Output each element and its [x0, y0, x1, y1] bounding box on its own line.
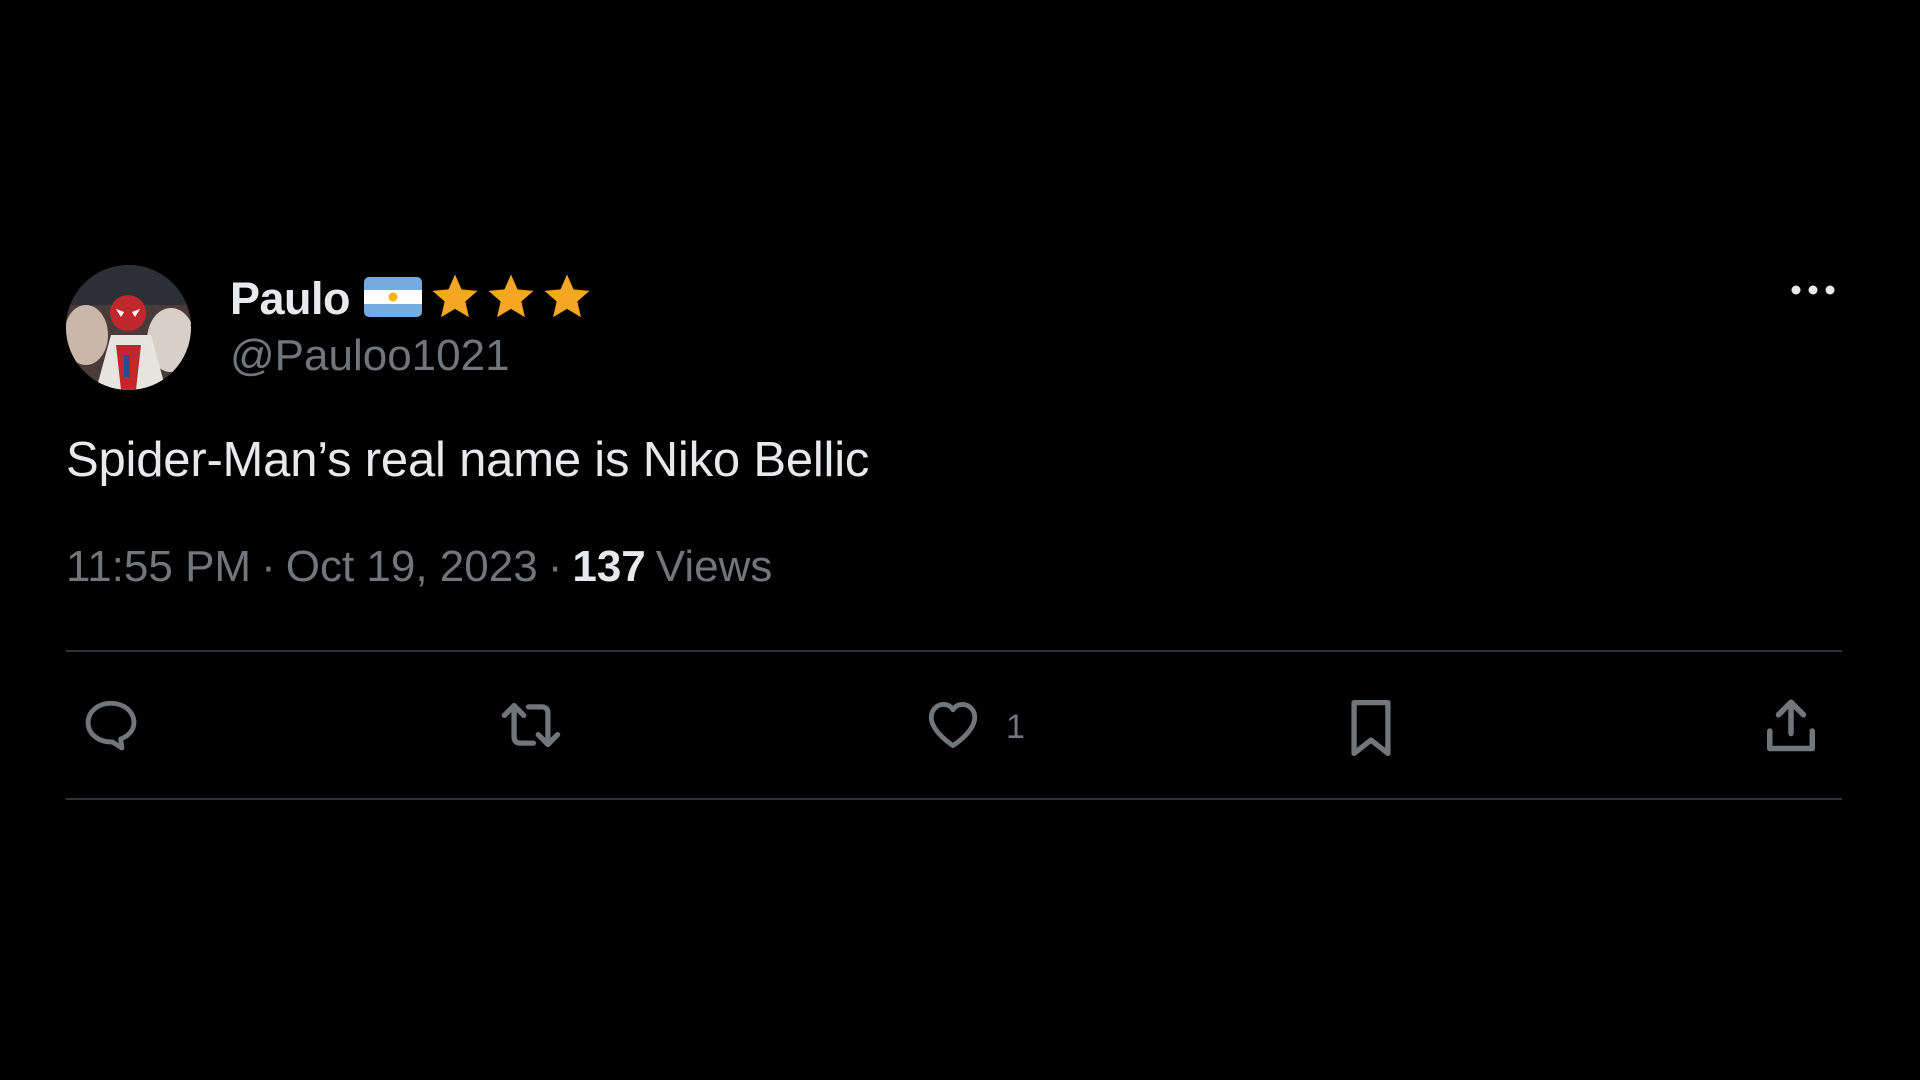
share-icon [1760, 696, 1822, 761]
tweet-time[interactable]: 11:55 PM [66, 542, 251, 592]
action-bar: 1 [66, 652, 1842, 798]
tweet-text: Spider-Man’s real name is Niko Bellic [66, 433, 870, 487]
badges [428, 270, 596, 329]
retweet-button[interactable] [496, 696, 566, 759]
bookmark-icon [1342, 696, 1400, 765]
argentina-flag-icon [364, 276, 423, 322]
user-handle[interactable]: @Pauloo1021 [230, 331, 596, 381]
bookmark-button[interactable] [1342, 696, 1400, 765]
views-label: Views [655, 542, 773, 591]
tweet-date[interactable]: Oct 19, 2023 [286, 542, 538, 592]
star-icon [428, 270, 482, 329]
retweet-icon [496, 696, 566, 759]
divider [66, 798, 1842, 800]
user-names: Paulo @Pauloo1021 [230, 271, 596, 381]
like-button[interactable]: 1 [922, 696, 1025, 759]
more-options-icon[interactable] [1790, 283, 1836, 301]
like-count: 1 [1006, 708, 1025, 746]
name-row: Paulo [230, 271, 596, 327]
heart-icon [922, 696, 984, 759]
avatar-image [66, 265, 191, 390]
tweet-meta: 11:55 PM · Oct 19, 2023 · 137 Views [66, 542, 1842, 592]
tweet-header: Paulo @Pauloo1021 [66, 265, 1842, 390]
tweet-card: Paulo @Pauloo1021 Spider-Man’s real name… [66, 265, 1842, 800]
reply-button[interactable] [80, 696, 142, 759]
display-name[interactable]: Paulo [230, 273, 351, 325]
meta-separator: · [547, 542, 563, 591]
views-count[interactable]: 137 [572, 542, 645, 592]
meta-separator: · [261, 542, 276, 591]
reply-icon [80, 696, 142, 759]
star-icon [540, 270, 594, 329]
share-button[interactable] [1760, 696, 1822, 761]
avatar[interactable] [66, 265, 191, 390]
star-icon [484, 270, 538, 329]
